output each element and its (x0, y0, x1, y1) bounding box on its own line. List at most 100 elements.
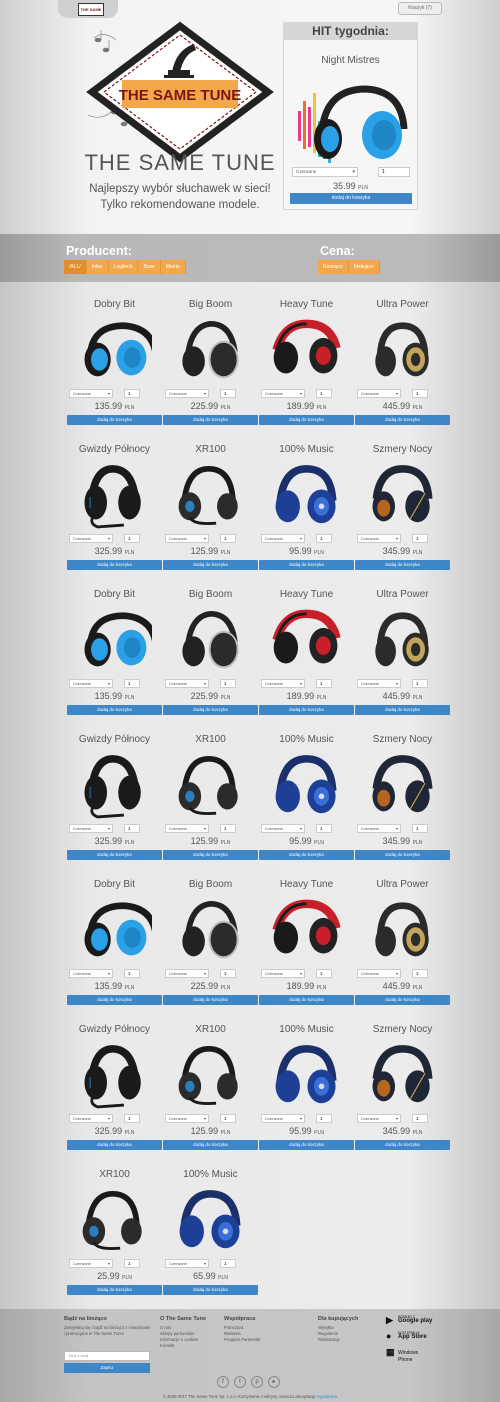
navy-headphones-icon[interactable] (269, 1043, 344, 1109)
product-name[interactable]: Dobry Bit (67, 879, 162, 890)
product-name[interactable]: Ultra Power (355, 879, 450, 890)
mini-logo-tab[interactable]: THE SAME TUNE (58, 0, 118, 18)
black-headset-icon[interactable] (77, 1188, 152, 1254)
google-play-badge[interactable]: ▶ POBIERZ Z Google play (386, 1315, 436, 1327)
color-select[interactable]: Czerwone (357, 969, 401, 978)
night-mistres-headphones-icon[interactable] (292, 71, 410, 181)
product-name[interactable]: XR100 (67, 1169, 162, 1180)
headset-mic-icon[interactable] (77, 463, 152, 529)
product-name[interactable]: Big Boom (163, 879, 258, 890)
add-to-cart-button[interactable]: dodaj do koszyka (67, 705, 162, 715)
product-name[interactable]: Heavy Tune (259, 299, 354, 310)
color-select[interactable]: Czerwone (357, 1114, 401, 1123)
blue-headphones-icon[interactable] (77, 608, 152, 674)
quantity-input[interactable]: 1 (412, 824, 428, 833)
product-name[interactable]: Ultra Power (355, 589, 450, 600)
subscribe-button[interactable]: Zapisz (64, 1363, 150, 1373)
product-name[interactable]: 100% Music (163, 1169, 258, 1180)
product-name[interactable]: Gwizdy Północy (67, 444, 162, 455)
add-to-cart-button[interactable]: dodaj do koszyka (163, 995, 258, 1005)
color-select[interactable]: Czerwone (69, 534, 113, 543)
add-to-cart-button[interactable]: dodaj do koszyka (163, 560, 258, 570)
product-name[interactable]: Szmery Nocy (355, 734, 450, 745)
quantity-input[interactable]: 1 (412, 389, 428, 398)
quantity-input[interactable]: 1 (220, 1114, 236, 1123)
dark-headphones-icon[interactable] (365, 463, 440, 529)
filter-all[interactable]: /ALL/ (64, 260, 87, 274)
black-headset-icon[interactable] (173, 753, 248, 819)
black-silver-headphones-icon[interactable] (173, 318, 248, 384)
facebook-icon[interactable]: f (217, 1376, 229, 1388)
color-select[interactable]: Czerwone (261, 679, 305, 688)
add-to-cart-button[interactable]: dodaj do koszyka (163, 705, 258, 715)
sort-descending[interactable]: Malejąco (348, 260, 380, 274)
navy-headphones-icon[interactable] (269, 463, 344, 529)
quantity-input[interactable]: 1 (316, 679, 332, 688)
gold-headphones-icon[interactable] (365, 898, 440, 964)
add-to-cart-button[interactable]: dodaj do koszyka (355, 850, 450, 860)
blue-headphones-icon[interactable] (77, 898, 152, 964)
product-name[interactable]: XR100 (163, 734, 258, 745)
quantity-input[interactable]: 1 (124, 1114, 140, 1123)
product-name[interactable]: Gwizdy Północy (67, 734, 162, 745)
add-to-cart-button[interactable]: dodaj do koszyka (67, 850, 162, 860)
quantity-input[interactable]: 1 (412, 969, 428, 978)
youtube-icon[interactable]: ▸ (268, 1376, 280, 1388)
color-select[interactable]: Czerwone (165, 679, 209, 688)
product-name[interactable]: Gwizdy Północy (67, 1024, 162, 1035)
product-name[interactable]: 100% Music (259, 444, 354, 455)
color-select[interactable]: Czerwone (165, 534, 209, 543)
dark-headphones-icon[interactable] (365, 753, 440, 819)
add-to-cart-button[interactable]: dodaj do koszyka (259, 995, 354, 1005)
add-to-cart-button[interactable]: dodaj do koszyka (67, 1285, 162, 1295)
add-to-cart-button[interactable]: dodaj do koszyka (67, 995, 162, 1005)
quantity-input[interactable]: 1 (412, 679, 428, 688)
color-select[interactable]: Czerwone (357, 824, 401, 833)
add-to-cart-button[interactable]: dodaj do koszyka (355, 415, 450, 425)
quantity-input[interactable]: 1 (316, 1114, 332, 1123)
color-select[interactable]: Czerwone (261, 824, 305, 833)
quantity-input[interactable]: 1 (220, 969, 236, 978)
color-select[interactable]: Czerwone (261, 969, 305, 978)
quantity-input[interactable]: 1 (412, 534, 428, 543)
navy-headphones-icon[interactable] (269, 753, 344, 819)
add-to-cart-button[interactable]: dodaj do koszyka (67, 1140, 162, 1150)
windows-phone-badge[interactable]: ▦ Windows Phone (386, 1347, 436, 1363)
hit-add-to-cart-button[interactable]: dodaj do koszyka (290, 193, 412, 204)
product-name[interactable]: 100% Music (259, 1024, 354, 1035)
black-silver-headphones-icon[interactable] (173, 608, 248, 674)
filter-intex[interactable]: Intex (86, 260, 109, 274)
color-select[interactable]: Czerwone (165, 824, 209, 833)
color-select[interactable]: Czerwone (165, 389, 209, 398)
product-name[interactable]: Big Boom (163, 589, 258, 600)
add-to-cart-button[interactable]: dodaj do koszyka (67, 560, 162, 570)
add-to-cart-button[interactable]: dodaj do koszyka (355, 1140, 450, 1150)
black-silver-headphones-icon[interactable] (173, 898, 248, 964)
color-select[interactable]: Czerwone (261, 389, 305, 398)
color-select[interactable]: Czerwone (261, 534, 305, 543)
quantity-input[interactable]: 1 (316, 389, 332, 398)
link-contact[interactable]: Kontakt (160, 1343, 206, 1349)
product-name[interactable]: XR100 (163, 1024, 258, 1035)
color-select[interactable]: Czerwone (357, 534, 401, 543)
link-partner-program[interactable]: Program Partnerski (224, 1337, 260, 1343)
hit-quantity-input[interactable]: 1 (378, 167, 410, 177)
app-store-badge[interactable]: ● DOSTĘPNE W App Store (386, 1331, 436, 1343)
headset-mic-icon[interactable] (77, 753, 152, 819)
add-to-cart-button[interactable]: dodaj do koszyka (259, 415, 354, 425)
quantity-input[interactable]: 1 (124, 969, 140, 978)
add-to-cart-button[interactable]: dodaj do koszyka (163, 850, 258, 860)
dark-headphones-icon[interactable] (365, 1043, 440, 1109)
color-select[interactable]: Czerwone (165, 1114, 209, 1123)
quantity-input[interactable]: 1 (124, 389, 140, 398)
navy-headphones-icon[interactable] (173, 1188, 248, 1254)
sort-ascending[interactable]: Rosnąco (318, 260, 349, 274)
quantity-input[interactable]: 1 (220, 1259, 236, 1268)
color-select[interactable]: Czerwone (357, 679, 401, 688)
quantity-input[interactable]: 1 (316, 534, 332, 543)
quantity-input[interactable]: 1 (220, 679, 236, 688)
hit-color-select[interactable]: Czerwone (292, 167, 358, 177)
product-name[interactable]: Ultra Power (355, 299, 450, 310)
color-select[interactable]: Czerwone (69, 1114, 113, 1123)
product-name[interactable]: Dobry Bit (67, 589, 162, 600)
